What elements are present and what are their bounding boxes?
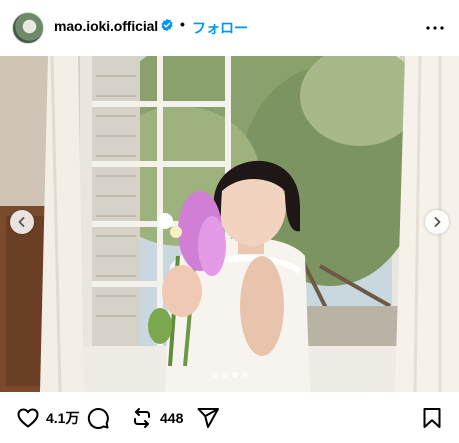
carousel-dot — [231, 372, 238, 378]
comment-button[interactable] — [86, 406, 110, 430]
post-image[interactable] — [0, 56, 459, 392]
follow-button[interactable]: フォロー — [192, 18, 248, 38]
repost-icon — [134, 408, 150, 428]
like-count: 4.1万 — [46, 410, 80, 426]
more-options-icon[interactable] — [423, 16, 447, 40]
like-button[interactable]: 4.1万 — [16, 406, 79, 430]
post-action-bar: 4.1万 448 — [0, 392, 459, 443]
repost-button[interactable]: 448 — [130, 406, 183, 430]
share-icon — [197, 408, 219, 428]
bookmark-icon — [423, 408, 441, 428]
chevron-left-icon — [18, 217, 25, 227]
carousel-dot — [241, 372, 248, 378]
post-photo-scene — [0, 56, 459, 392]
carousel-dot — [221, 372, 228, 378]
verified-badge-icon — [161, 18, 173, 32]
carousel-indicator — [0, 372, 459, 378]
post-header: mao.ioki.official • フォロー — [0, 0, 459, 56]
avatar[interactable] — [12, 12, 44, 44]
username[interactable]: mao.ioki.official — [54, 18, 158, 34]
carousel-dot — [211, 372, 218, 378]
heart-icon — [17, 408, 39, 428]
carousel-next-button[interactable] — [425, 210, 449, 234]
save-button[interactable] — [420, 406, 444, 430]
repost-count: 448 — [160, 410, 184, 426]
chevron-right-icon — [434, 217, 441, 227]
share-button[interactable] — [196, 406, 220, 430]
carousel-prev-button[interactable] — [10, 210, 34, 234]
comment-icon — [87, 407, 109, 429]
separator-dot: • — [180, 16, 185, 32]
